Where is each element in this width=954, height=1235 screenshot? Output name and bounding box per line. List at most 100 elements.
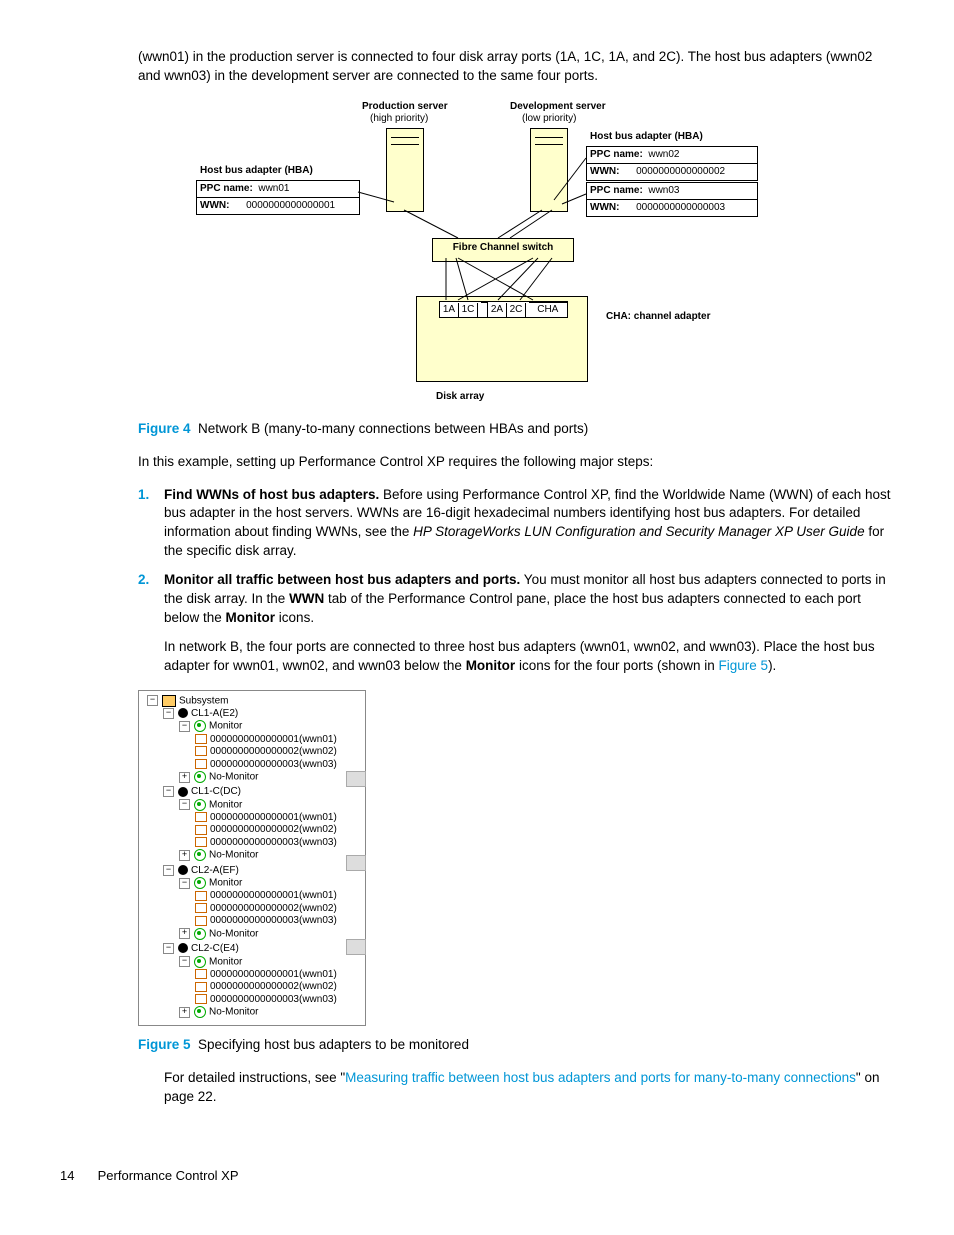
- prod-priority-label: (high priority): [370, 112, 428, 126]
- collapse-icon[interactable]: −: [163, 708, 174, 719]
- tree-hba-item[interactable]: 0000000000000002(wwn02): [141, 746, 363, 759]
- hba-right-label: Host bus adapter (HBA): [590, 130, 703, 144]
- tree-nomonitor[interactable]: +No-Monitor: [141, 771, 363, 784]
- nomonitor-icon: [194, 849, 206, 861]
- figure-4-caption: Figure 4 Network B (many-to-many connect…: [138, 420, 894, 439]
- dev-priority-label: (low priority): [522, 112, 576, 126]
- collapse-icon[interactable]: −: [179, 799, 190, 810]
- expand-icon[interactable]: +: [179, 1007, 190, 1018]
- after-fig5-a: For detailed instructions, see ": [164, 1070, 345, 1085]
- tree-hba-item[interactable]: 0000000000000001(wwn01): [141, 812, 363, 825]
- expand-icon[interactable]: +: [179, 928, 190, 939]
- disk-array-box: 1A1C CHA 2A2C CHA: [416, 296, 588, 382]
- step-2-body-c: icons.: [275, 610, 314, 625]
- step-2-wwn: WWN: [289, 591, 324, 606]
- measuring-traffic-link[interactable]: Measuring traffic between host bus adapt…: [345, 1070, 856, 1085]
- nomonitor-icon: [194, 1006, 206, 1018]
- nomonitor-icon: [194, 771, 206, 783]
- step-1: 1. Find WWNs of host bus adapters. Befor…: [138, 486, 894, 562]
- hba-icon: [195, 746, 207, 756]
- hba-icon: [195, 969, 207, 979]
- tree-nomonitor[interactable]: +No-Monitor: [141, 1006, 363, 1019]
- fig4-caption-text: Network B (many-to-many connections betw…: [198, 421, 588, 436]
- scrollbar-stub[interactable]: [346, 939, 366, 955]
- figure-4-diagram: Production server (high priority) Develo…: [138, 100, 848, 410]
- figure-5-link[interactable]: Figure 5: [719, 658, 769, 673]
- nomonitor-icon: [194, 928, 206, 940]
- cha-2: CHA: [529, 302, 567, 317]
- hba3-table: PPC name: wwn03 WWN: 0000000000000003: [586, 182, 758, 217]
- dev-server-box: [530, 128, 568, 212]
- tree-monitor[interactable]: −Monitor: [141, 956, 363, 969]
- tree-hba-item[interactable]: 0000000000000003(wwn03): [141, 759, 363, 772]
- hba3-ppc: wwn03: [648, 185, 679, 196]
- slot-1a: 1A: [440, 303, 459, 317]
- collapse-icon[interactable]: −: [147, 695, 158, 706]
- collapse-icon[interactable]: −: [179, 956, 190, 967]
- wwn-label-2: WWN:: [590, 166, 619, 177]
- tree-hba-item[interactable]: 0000000000000002(wwn02): [141, 903, 363, 916]
- tree-monitor[interactable]: −Monitor: [141, 799, 363, 812]
- hba-icon: [195, 982, 207, 992]
- hba1-ppc: wwn01: [258, 183, 289, 194]
- tree-port[interactable]: −CL2-C(E4): [141, 943, 363, 956]
- ppc-label-3: PPC name:: [590, 185, 643, 196]
- tree-port[interactable]: −CL1-C(DC): [141, 786, 363, 799]
- intro-paragraph: (wwn01) in the production server is conn…: [138, 48, 894, 86]
- collapse-icon[interactable]: −: [179, 721, 190, 732]
- port-icon: [178, 708, 188, 718]
- hba-left-label: Host bus adapter (HBA): [200, 164, 313, 178]
- tree-hba-item[interactable]: 0000000000000002(wwn02): [141, 981, 363, 994]
- scrollbar-stub[interactable]: [346, 855, 366, 871]
- collapse-icon[interactable]: −: [179, 878, 190, 889]
- expand-icon[interactable]: +: [179, 772, 190, 783]
- step-1-lead: Find WWNs of host bus adapters.: [164, 487, 379, 502]
- fc-switch-box: Fibre Channel switch: [432, 238, 574, 262]
- fig5-label: Figure 5: [138, 1037, 191, 1052]
- expand-icon[interactable]: +: [179, 850, 190, 861]
- hba-icon: [195, 903, 207, 913]
- slot-1c: 1C: [459, 303, 478, 317]
- tree-hba-item[interactable]: 0000000000000002(wwn02): [141, 824, 363, 837]
- step-2-monitor: Monitor: [226, 610, 276, 625]
- hba-icon: [195, 916, 207, 926]
- fig4-label: Figure 4: [138, 421, 191, 436]
- fig5-caption-text: Specifying host bus adapters to be monit…: [198, 1037, 469, 1052]
- port-icon: [178, 787, 188, 797]
- step-1-italic: HP StorageWorks LUN Configuration and Se…: [413, 524, 864, 539]
- scrollbar-stub[interactable]: [346, 771, 366, 787]
- wwn-label-3: WWN:: [590, 202, 619, 213]
- step-2-lead: Monitor all traffic between host bus ada…: [164, 572, 520, 587]
- page-number: 14: [60, 1167, 94, 1185]
- monitor-icon: [194, 877, 206, 889]
- ppc-label: PPC name:: [200, 183, 253, 194]
- tree-hba-item[interactable]: 0000000000000003(wwn03): [141, 837, 363, 850]
- prod-server-box: [386, 128, 424, 212]
- collapse-icon[interactable]: −: [163, 786, 174, 797]
- wwn-label: WWN:: [200, 200, 229, 211]
- fc-switch-label: Fibre Channel switch: [453, 242, 554, 253]
- tree-hba-item[interactable]: 0000000000000003(wwn03): [141, 915, 363, 928]
- monitor-icon: [194, 799, 206, 811]
- tree-hba-item[interactable]: 0000000000000003(wwn03): [141, 994, 363, 1007]
- step-2-number: 2.: [138, 571, 149, 590]
- tree-port[interactable]: −CL1-A(E2): [141, 708, 363, 721]
- collapse-icon[interactable]: −: [163, 865, 174, 876]
- hba-icon: [195, 734, 207, 744]
- hba1-wwn: 0000000000000001: [246, 200, 335, 211]
- tree-nomonitor[interactable]: +No-Monitor: [141, 928, 363, 941]
- tree-monitor[interactable]: −Monitor: [141, 720, 363, 733]
- tree-hba-item[interactable]: 0000000000000001(wwn01): [141, 969, 363, 982]
- tree-hba-item[interactable]: 0000000000000001(wwn01): [141, 890, 363, 903]
- hba-icon: [195, 759, 207, 769]
- footer-title: Performance Control XP: [98, 1168, 239, 1183]
- collapse-icon[interactable]: −: [163, 943, 174, 954]
- tree-port[interactable]: −CL2-A(EF): [141, 865, 363, 878]
- hba2-wwn: 0000000000000002: [636, 166, 725, 177]
- after-fig4-para: In this example, setting up Performance …: [138, 453, 894, 472]
- hba-icon: [195, 891, 207, 901]
- tree-nomonitor[interactable]: +No-Monitor: [141, 849, 363, 862]
- tree-hba-item[interactable]: 0000000000000001(wwn01): [141, 734, 363, 747]
- hba-icon: [195, 812, 207, 822]
- tree-monitor[interactable]: −Monitor: [141, 877, 363, 890]
